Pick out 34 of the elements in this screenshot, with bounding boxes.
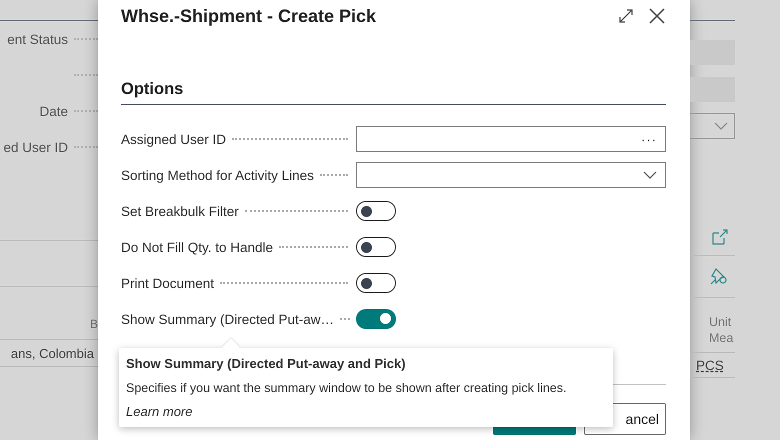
expand-icon[interactable] [618,8,634,24]
input-field[interactable]: ··· [356,126,666,152]
field-label: ent Status [7,32,68,46]
toggle-switch[interactable] [356,273,396,293]
close-icon[interactable] [648,7,666,25]
toggle-switch[interactable] [356,201,396,221]
field-label: Print Document [121,276,214,290]
lookup-button[interactable]: ··· [641,132,657,146]
field-label: Date [39,104,68,118]
input-field [690,77,735,102]
input-field [690,40,735,65]
column-header: Mea [709,330,734,346]
field-label: Show Summary (Directed Put-aw… [121,312,334,326]
field-label: Assigned User ID [121,132,226,146]
field-label: Set Breakbulk Filter [121,204,239,218]
field-label: Sorting Method for Activity Lines [121,168,314,182]
toggle-switch[interactable] [356,309,396,329]
learn-more-link[interactable]: Learn more [126,404,192,419]
chevron-down-icon [714,122,728,130]
table-cell: PCS [696,358,724,372]
tooltip-text: Specifies if you want the summary window to be shown after creating pick lines. [126,381,568,395]
section-heading: Options [121,80,666,105]
field-label: ed User ID [3,140,68,154]
chevron-down-icon [643,171,657,179]
expand-box-icon[interactable] [712,229,728,245]
tooltip-title: Show Summary (Directed Put-away and Pick) [126,356,407,371]
dropdown-field[interactable] [356,162,666,188]
column-header: Unit [709,314,732,330]
unpin-icon[interactable] [710,267,728,285]
dialog-title: Whse.-Shipment - Create Pick [121,6,378,26]
table-cell-text: ans, Colombia [10,346,95,360]
toggle-switch[interactable] [356,237,396,257]
column-header: B [90,317,98,331]
field-label: Do Not Fill Qty. to Handle [121,240,274,254]
